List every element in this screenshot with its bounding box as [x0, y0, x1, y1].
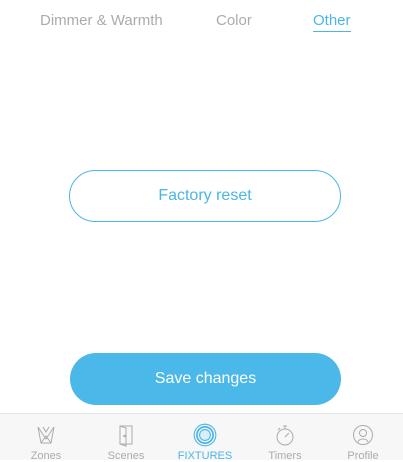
profile-icon	[353, 425, 373, 445]
nav-item-timers[interactable]: Timers	[245, 414, 325, 462]
stopwatch-icon	[276, 425, 294, 446]
nav-item-zones[interactable]: Zones	[6, 414, 86, 462]
tab-dimmer-warmth[interactable]: Dimmer & Warmth	[40, 12, 163, 29]
save-changes-button[interactable]: Save changes	[70, 353, 341, 405]
nav-label-fixtures: FIXTURES	[177, 450, 233, 462]
nav-item-scenes[interactable]: Scenes	[86, 414, 166, 462]
tab-other[interactable]: Other	[313, 12, 351, 32]
factory-reset-button[interactable]: Factory reset	[69, 170, 341, 222]
nav-label-timers: Timers	[268, 450, 302, 462]
door-icon	[119, 425, 133, 447]
nav-item-fixtures[interactable]: FIXTURES	[165, 414, 245, 462]
save-changes-label: Save changes	[154, 370, 257, 387]
nav-label-zones: Zones	[30, 450, 62, 462]
nav-label-scenes: Scenes	[107, 450, 145, 462]
fixture-icon	[193, 423, 217, 447]
bottom-navigation: Zones Scenes FIXTURES Timers Profile	[0, 413, 403, 462]
nav-label-profile: Profile	[347, 450, 379, 462]
crown-icon	[37, 426, 55, 444]
nav-item-profile[interactable]: Profile	[323, 414, 403, 462]
tab-color[interactable]: Color	[216, 12, 252, 29]
tab-bar: Dimmer & Warmth Color Other	[0, 0, 403, 50]
factory-reset-label: Factory reset	[158, 187, 252, 204]
